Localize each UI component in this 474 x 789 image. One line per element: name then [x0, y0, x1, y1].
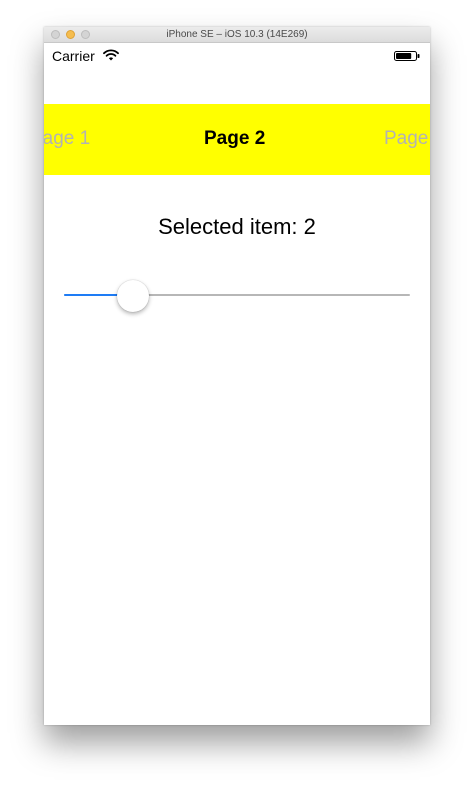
- selected-item-caption: Selected item:: [158, 214, 298, 239]
- device-screen: Carrier Page 1 Page 2 Page 3 Selected it…: [44, 43, 430, 725]
- page-tab-previous[interactable]: Page 1: [44, 128, 90, 150]
- status-bar: Carrier: [44, 43, 430, 67]
- page-tab-strip[interactable]: Page 1 Page 2 Page 3: [44, 104, 430, 175]
- page-tab-next[interactable]: Page 3: [384, 128, 430, 150]
- wifi-icon: [103, 49, 119, 61]
- desktop: iPhone SE – iOS 10.3 (14E269) Carrier Pa…: [0, 0, 474, 789]
- selected-item-value: 2: [303, 214, 316, 239]
- selected-item-label: Selected item: 2: [44, 214, 430, 240]
- carrier-label: Carrier: [52, 48, 95, 64]
- simulator-window: iPhone SE – iOS 10.3 (14E269) Carrier Pa…: [44, 27, 430, 725]
- window-titlebar[interactable]: iPhone SE – iOS 10.3 (14E269): [44, 27, 430, 43]
- battery-icon: [394, 51, 420, 61]
- page-slider[interactable]: [64, 280, 410, 312]
- page-tab-current[interactable]: Page 2: [204, 128, 265, 150]
- slider-thumb[interactable]: [117, 280, 149, 312]
- window-title: iPhone SE – iOS 10.3 (14E269): [166, 29, 308, 40]
